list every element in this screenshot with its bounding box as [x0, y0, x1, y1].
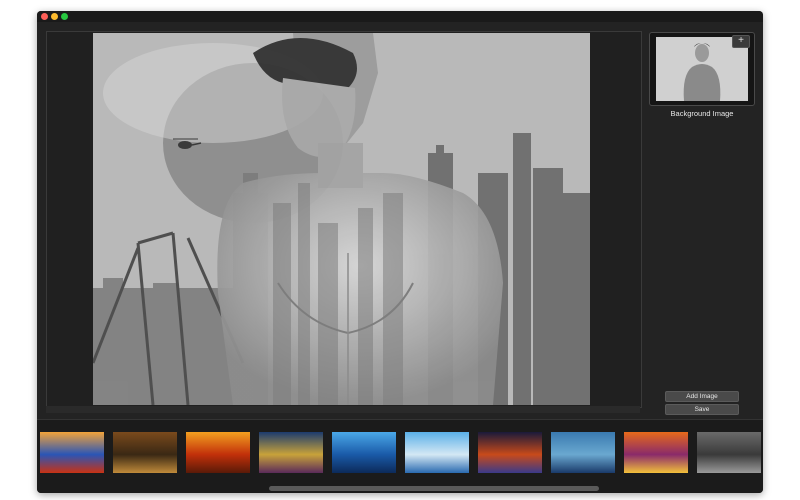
- background-image-well[interactable]: +: [649, 32, 755, 106]
- canvas-scrollbar[interactable]: [46, 406, 640, 413]
- thumbnail-rainy-window-city[interactable]: [551, 432, 615, 473]
- save-button[interactable]: Save: [665, 404, 739, 415]
- thumbnail-stormy-city-ruins[interactable]: [697, 432, 761, 473]
- background-image-label: Background Image: [670, 109, 734, 118]
- thumbnail-eiffel-tower-blue-sky[interactable]: [405, 432, 469, 473]
- minimize-window-button[interactable]: [51, 13, 58, 20]
- thumbnail-blue-city-skyline[interactable]: [332, 432, 396, 473]
- add-image-button[interactable]: Add Image: [665, 391, 739, 402]
- thumbnail-list: [40, 432, 763, 474]
- app-window: + Background Image Add Image Save: [37, 11, 763, 493]
- double-exposure-image: [93, 33, 590, 405]
- title-bar: [37, 11, 763, 22]
- zoom-window-button[interactable]: [61, 13, 68, 20]
- image-thumbnail-strip[interactable]: [37, 419, 763, 493]
- editor-canvas[interactable]: [46, 31, 642, 408]
- thumbnail-city-lights-bokeh[interactable]: [113, 432, 177, 473]
- thumbnail-city-traffic-night[interactable]: [259, 432, 323, 473]
- thumbnail-light-trails-night[interactable]: [624, 432, 688, 473]
- add-background-button[interactable]: +: [732, 35, 750, 48]
- thumbnail-orange-sunset-horizon[interactable]: [186, 432, 250, 473]
- thumbnail-night-street-lights[interactable]: [478, 432, 542, 473]
- thumbnail-paris-eiffel-tower-sunset[interactable]: [40, 432, 104, 473]
- close-window-button[interactable]: [41, 13, 48, 20]
- thumbnail-scrollbar[interactable]: [269, 486, 599, 491]
